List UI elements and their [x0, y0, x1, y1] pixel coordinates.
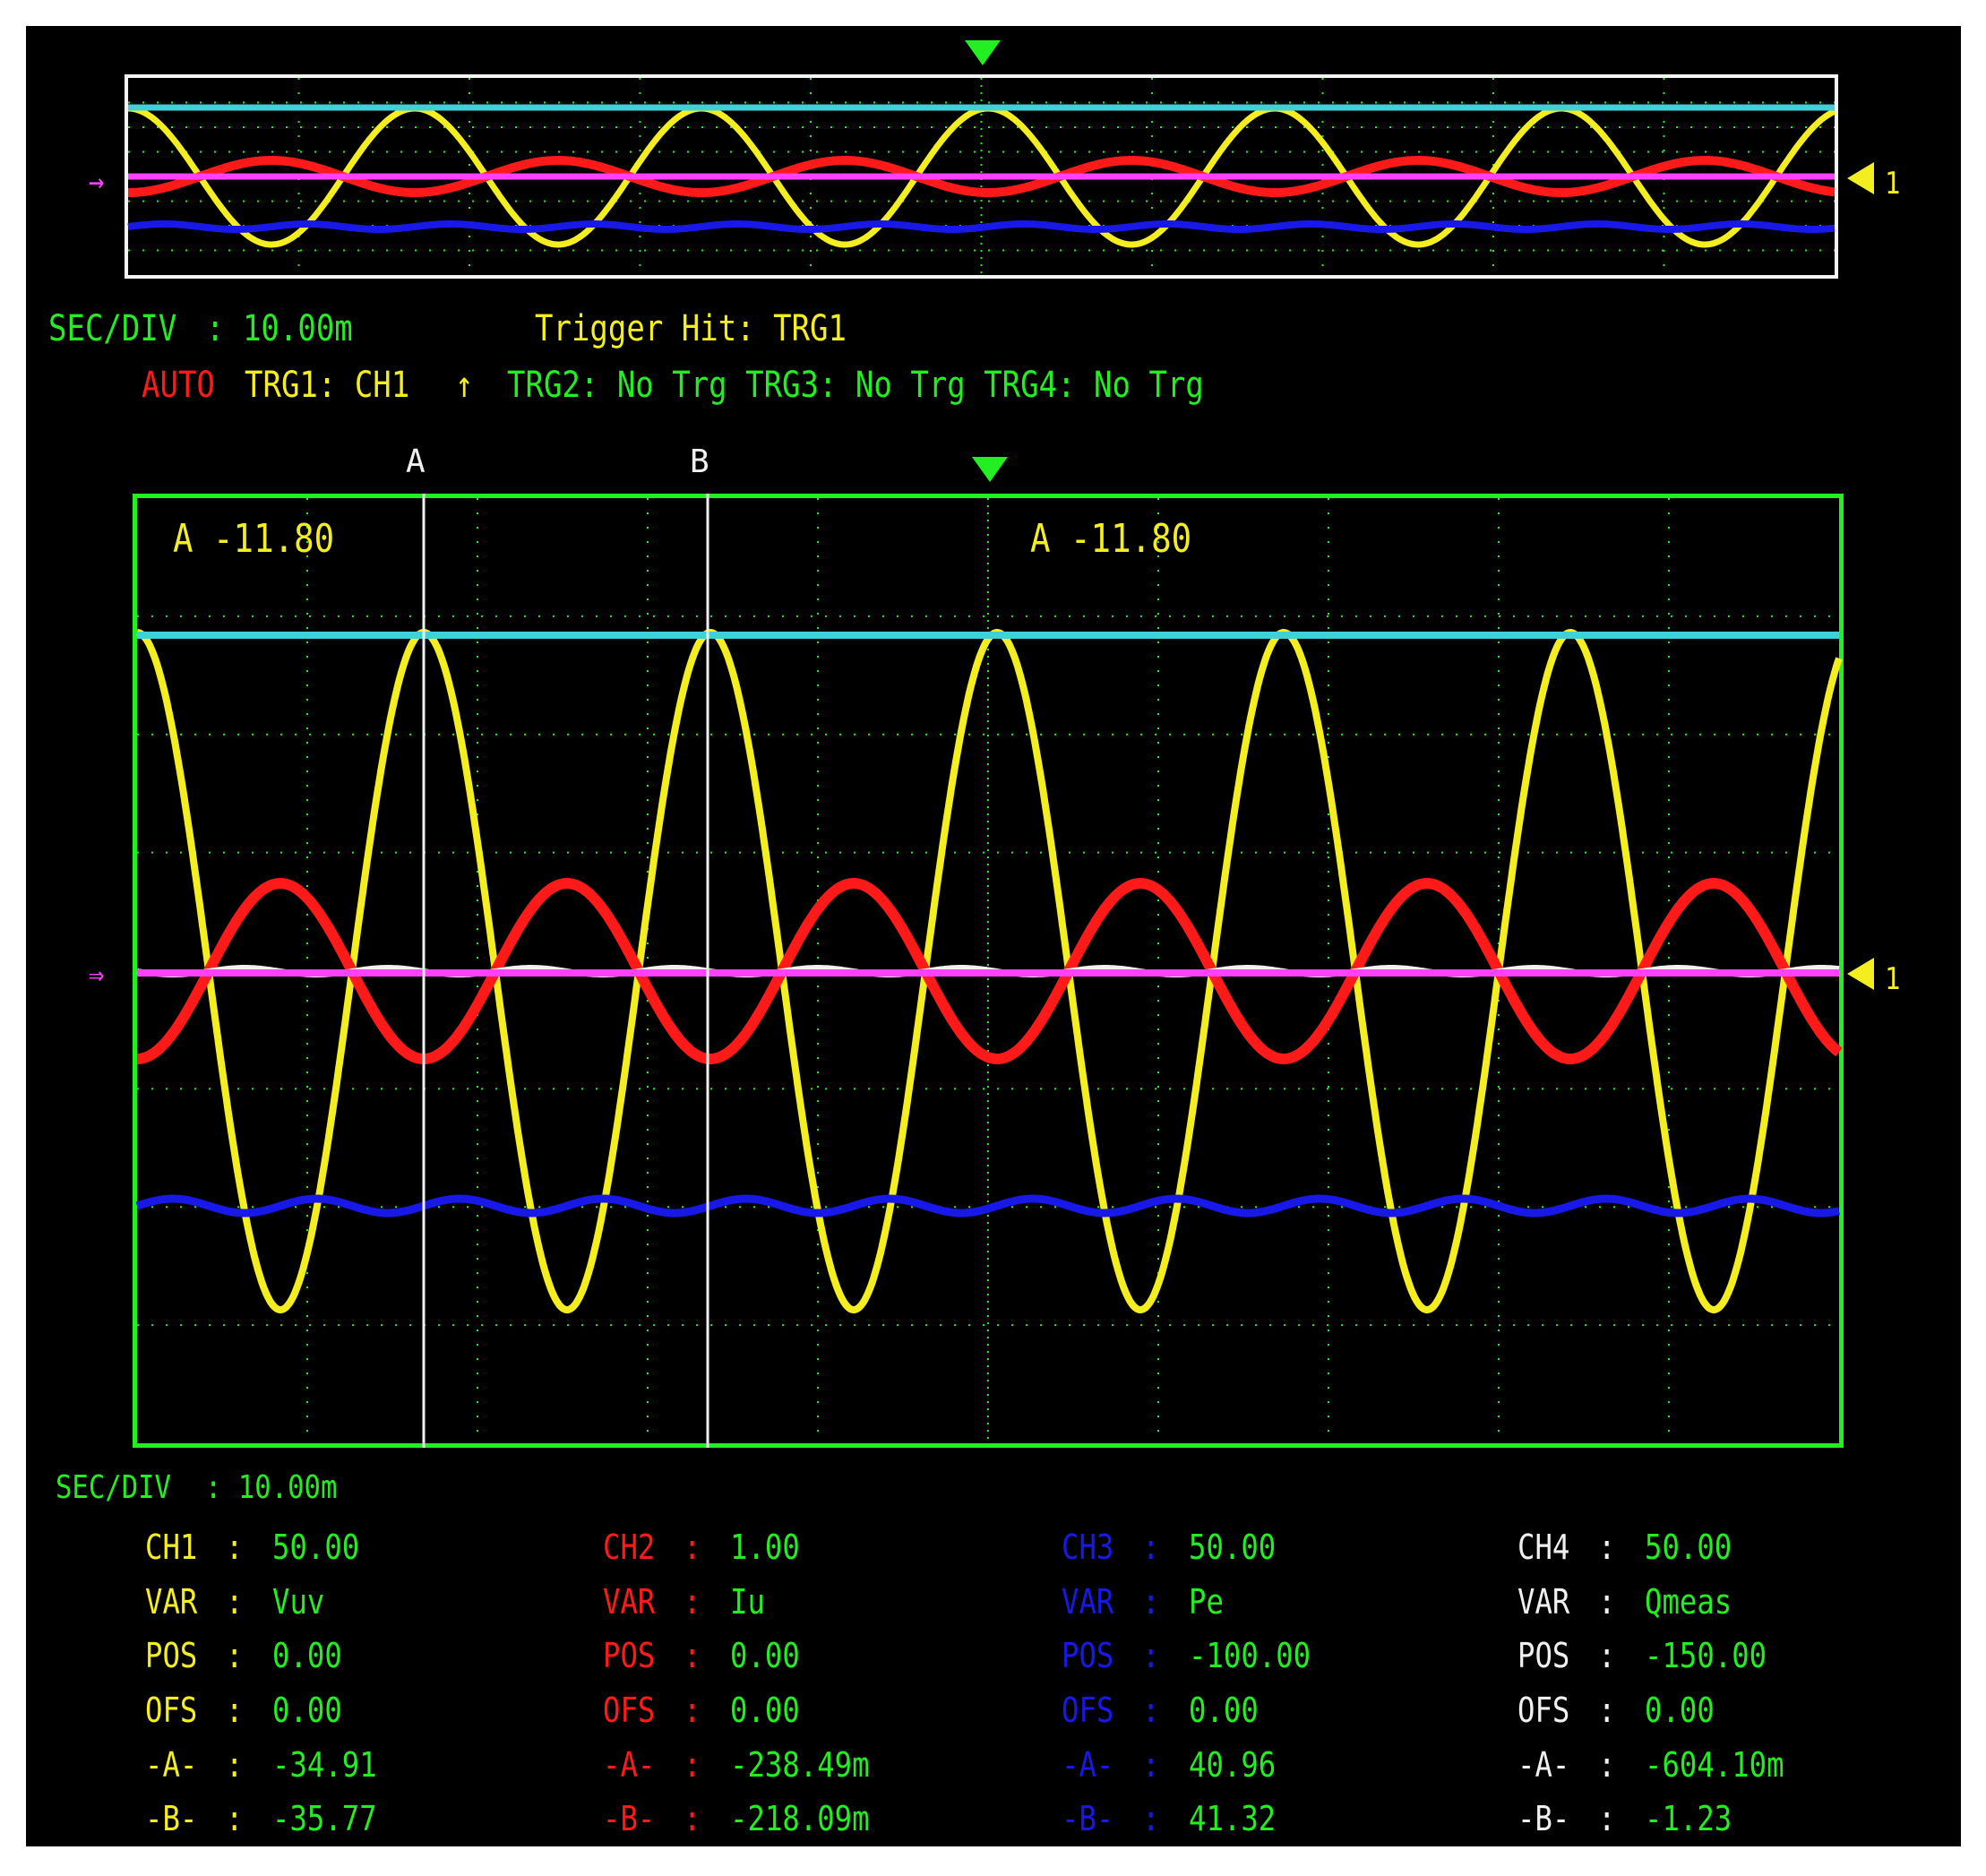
channel-3-ofs-value[interactable]: 0.00 [1189, 1691, 1259, 1730]
row-separator: : [226, 1691, 244, 1730]
row-label-ofs: OFS [145, 1691, 198, 1730]
channel-1-a-value[interactable]: -34.91 [272, 1745, 377, 1785]
sec-div-value-top: : 10.00m [206, 308, 353, 349]
ground-arrow-top: → [89, 164, 105, 200]
row-label-b: -B- [145, 1799, 198, 1838]
main-waveform-plot [135, 494, 1843, 1448]
channel-2-pos-value[interactable]: 0.00 [730, 1636, 800, 1675]
channel-3-a-value[interactable]: 40.96 [1189, 1745, 1276, 1785]
channel-3-var-value[interactable]: Pe [1189, 1582, 1224, 1622]
row-label-pos: POS [1517, 1636, 1570, 1675]
row-separator: : [1598, 1527, 1616, 1567]
row-separator: : [1142, 1527, 1160, 1567]
trigger-level-marker-top [1847, 162, 1874, 194]
trigger-position-marker-main [972, 457, 1008, 482]
trigger-level-label-main: 1 [1885, 961, 1901, 997]
overview-ch3-waveform [127, 220, 1836, 233]
channel-2-var-value[interactable]: Iu [730, 1582, 765, 1622]
row-label-var: VAR [1517, 1582, 1570, 1622]
row-separator: : [683, 1582, 701, 1622]
trg1-edge-icon: ↑ [455, 365, 474, 406]
channel-4-ofs-value[interactable]: 0.00 [1645, 1691, 1715, 1730]
row-separator: : [226, 1636, 244, 1675]
row-label-a: -A- [1517, 1745, 1570, 1785]
trigger-mode-label[interactable]: AUTO [142, 364, 215, 407]
cursor-b-label[interactable]: B [690, 443, 709, 480]
row-separator: : [226, 1582, 244, 1622]
row-separator: : [226, 1527, 244, 1567]
channel-4-pos-value[interactable]: -150.00 [1645, 1636, 1767, 1675]
channel-1-scale-value[interactable]: 50.00 [272, 1527, 359, 1567]
row-separator: : [1142, 1799, 1160, 1838]
channel-name-2: CH2 [603, 1527, 656, 1567]
sec-div-label-bottom: SEC/DIV [56, 1469, 171, 1506]
row-separator: : [1598, 1582, 1616, 1622]
row-separator: : [1142, 1745, 1160, 1785]
row-separator: : [1598, 1745, 1616, 1785]
main-waveform-window: A -11.80 A -11.80 [133, 494, 1844, 1448]
row-separator: : [683, 1691, 701, 1730]
row-label-b: -B- [603, 1799, 656, 1838]
channel-3-scale-value[interactable]: 50.00 [1189, 1527, 1276, 1567]
channel-2-b-value[interactable]: -218.09m [730, 1799, 870, 1838]
row-label-b: -B- [1517, 1799, 1570, 1838]
trigger-level-label-top: 1 [1885, 166, 1901, 202]
row-label-a: -A- [603, 1745, 656, 1785]
channel-4-a-value[interactable]: -604.10m [1645, 1745, 1784, 1785]
row-label-var: VAR [603, 1582, 656, 1622]
row-separator: : [226, 1799, 244, 1838]
row-separator: : [683, 1527, 701, 1567]
channel-name-3: CH3 [1062, 1527, 1114, 1567]
channel-3-b-value[interactable]: 41.32 [1189, 1799, 1276, 1838]
row-separator: : [1598, 1636, 1616, 1675]
row-label-ofs: OFS [603, 1691, 656, 1730]
oscilloscope-screen: → 1 SEC/DIV : 10.00m Trigger Hit: TRG1 A… [26, 26, 1961, 1846]
channel-2-a-value[interactable]: -238.49m [730, 1745, 870, 1785]
channel-2-scale-value[interactable]: 1.00 [730, 1527, 800, 1567]
channel-1-pos-value[interactable]: 0.00 [272, 1636, 342, 1675]
cursor-readout-left: A -11.80 [173, 516, 335, 562]
channel-2-ofs-value[interactable]: 0.00 [730, 1691, 800, 1730]
row-label-pos: POS [145, 1636, 198, 1675]
cursor-a-label[interactable]: A [406, 443, 426, 480]
row-label-ofs: OFS [1517, 1691, 1570, 1730]
row-separator: : [683, 1799, 701, 1838]
row-label-pos: POS [603, 1636, 656, 1675]
row-label-pos: POS [1062, 1636, 1114, 1675]
row-label-var: VAR [145, 1582, 198, 1622]
channel-4-scale-value[interactable]: 50.00 [1645, 1527, 1732, 1567]
channel-name-4: CH4 [1517, 1527, 1570, 1567]
sec-div-label-top: SEC/DIV [48, 308, 177, 349]
row-separator: : [1598, 1691, 1616, 1730]
row-separator: : [1142, 1691, 1160, 1730]
row-separator: : [683, 1745, 701, 1785]
row-separator: : [1598, 1799, 1616, 1838]
row-label-ofs: OFS [1062, 1691, 1114, 1730]
row-separator: : [1142, 1582, 1160, 1622]
trigger-hit-label: Trigger Hit: TRG1 [535, 308, 847, 349]
channel-1-ofs-value[interactable]: 0.00 [272, 1691, 342, 1730]
row-separator: : [683, 1636, 701, 1675]
row-label-a: -A- [145, 1745, 198, 1785]
cursor-readout-right: A -11.80 [1030, 516, 1192, 562]
row-label-b: -B- [1062, 1799, 1114, 1838]
row-separator: : [1142, 1636, 1160, 1675]
trigger-position-marker-top [965, 40, 1001, 65]
ground-arrow-main: ⇒ [89, 957, 105, 993]
channel-4-b-value[interactable]: -1.23 [1645, 1799, 1732, 1838]
channel-4-var-value[interactable]: Qmeas [1645, 1582, 1732, 1622]
sec-div-value-bottom: : 10.00m [205, 1469, 338, 1506]
channel-3-pos-value[interactable]: -100.00 [1189, 1636, 1311, 1675]
channel-name-1: CH1 [145, 1527, 198, 1567]
trg1-label: TRG1: CH1 [245, 365, 410, 406]
row-label-a: -A- [1062, 1745, 1114, 1785]
channel-1-b-value[interactable]: -35.77 [272, 1799, 377, 1838]
row-separator: : [226, 1745, 244, 1785]
overview-waveform-window [125, 74, 1838, 279]
trigger-level-marker-main [1847, 958, 1874, 990]
channel-1-var-value[interactable]: Vuv [272, 1582, 324, 1622]
overview-waveform-plot [127, 78, 1836, 275]
row-label-var: VAR [1062, 1582, 1114, 1622]
trg-status-label: TRG2: No Trg TRG3: No Trg TRG4: No Trg [507, 365, 1204, 406]
